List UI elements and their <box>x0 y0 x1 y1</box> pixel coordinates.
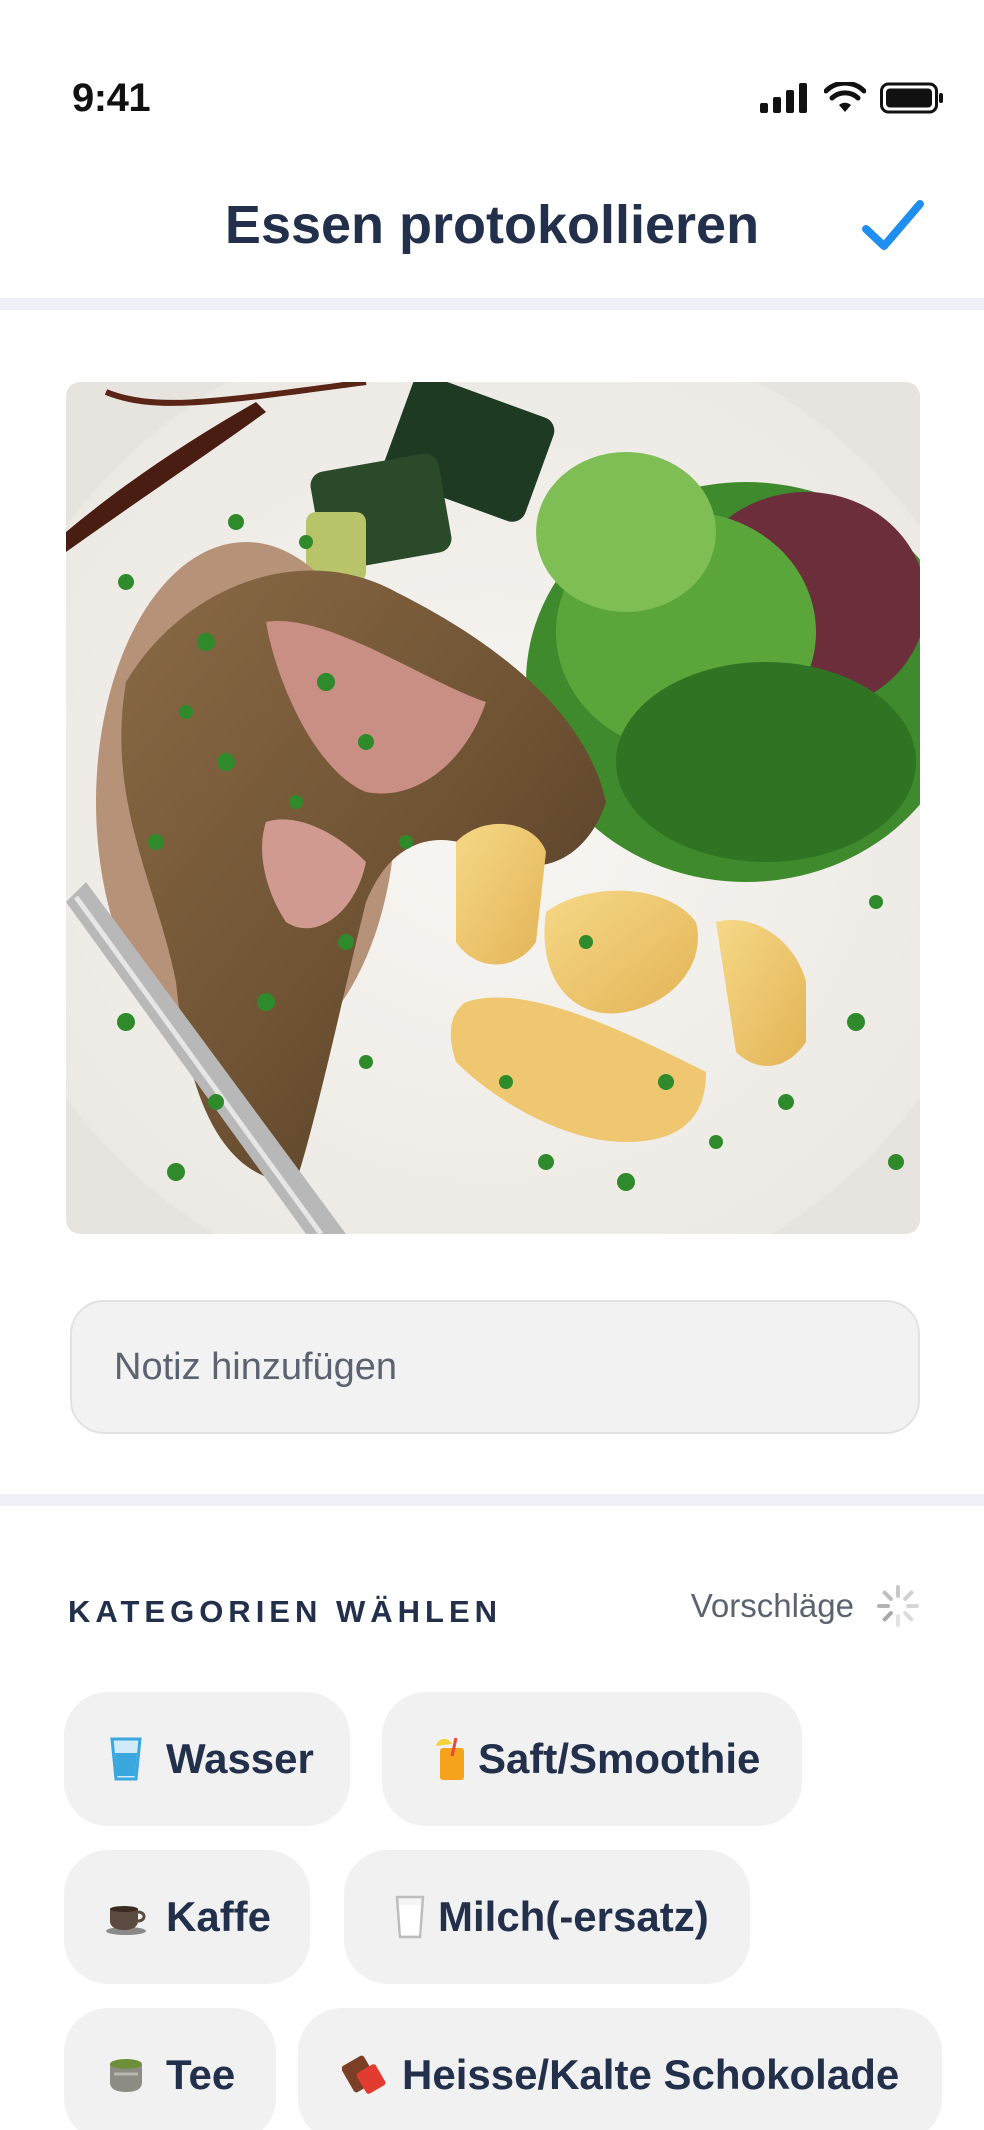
category-chip-milch-ersatz[interactable]: Milch(-ersatz) <box>344 1850 750 1984</box>
juice-icon <box>424 1733 476 1785</box>
category-label: Saft/Smoothie <box>478 1735 761 1782</box>
category-label: Kaffe <box>166 1893 272 1940</box>
section-divider <box>0 1494 984 1506</box>
category-chip-wasser[interactable]: Wasser <box>64 1692 350 1826</box>
category-chip-schokolade[interactable]: Heisse/Kalte Schokolade <box>298 2008 942 2130</box>
category-chip-tee[interactable]: Tee <box>64 2008 276 2130</box>
loading-spinner-icon <box>877 1585 919 1627</box>
status-icons <box>760 82 944 114</box>
confirm-button[interactable] <box>858 192 928 262</box>
glass-of-water-icon <box>100 1733 152 1785</box>
category-label: Heisse/Kalte Schokolade <box>402 2051 900 2098</box>
cellular-signal-icon <box>760 83 807 113</box>
wifi-icon <box>824 82 866 112</box>
categories-title: KATEGORIEN WÄHLEN <box>68 1594 503 1629</box>
page-title: Essen protokollieren <box>224 195 760 255</box>
category-label: Milch(-ersatz) <box>438 1893 709 1940</box>
status-bar: 9:41 <box>0 0 984 150</box>
note-input[interactable] <box>72 1302 918 1432</box>
header: Essen protokollieren <box>0 150 984 300</box>
suggestions-toggle[interactable]: Vorschläge <box>691 1584 920 1628</box>
category-label: Tee <box>166 2051 236 2098</box>
category-chip-kaffe[interactable]: Kaffe <box>64 1850 310 1984</box>
battery-icon <box>880 82 943 114</box>
status-time: 9:41 <box>72 76 151 120</box>
checkmark-icon <box>862 200 924 250</box>
meal-photo[interactable] <box>66 382 920 1234</box>
chocolate-bar-icon <box>338 2049 390 2101</box>
category-chip-saft-smoothie[interactable]: Saft/Smoothie <box>382 1692 802 1826</box>
suggestions-label: Vorschläge <box>690 1587 854 1624</box>
tea-cup-icon <box>100 2049 152 2101</box>
category-label: Wasser <box>166 1735 314 1782</box>
divider <box>0 298 984 310</box>
coffee-cup-icon <box>100 1891 152 1943</box>
milk-glass-icon <box>384 1891 436 1943</box>
note-field[interactable] <box>70 1300 920 1434</box>
